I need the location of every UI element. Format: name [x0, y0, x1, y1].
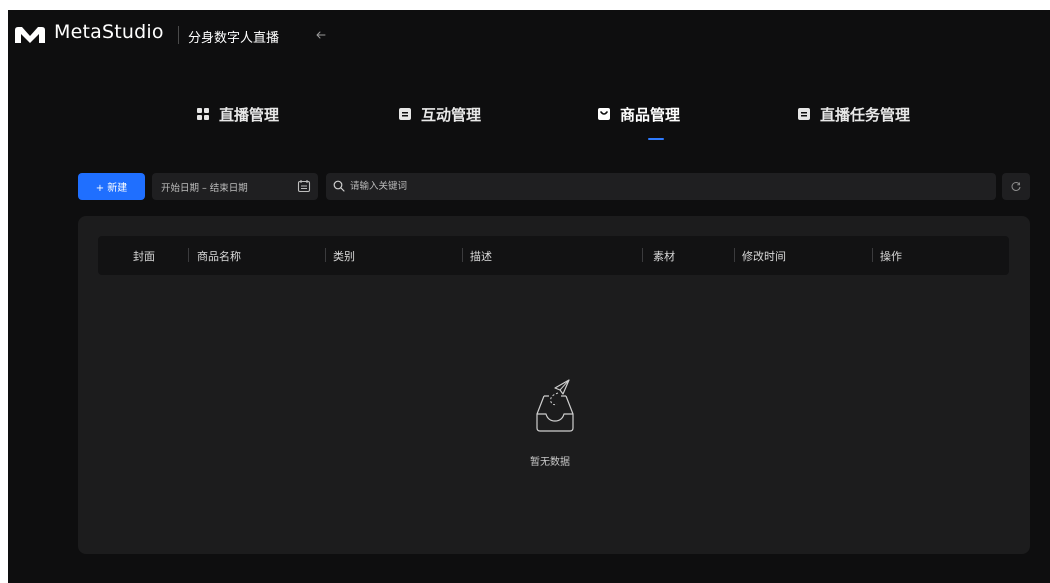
tab-label: 直播管理: [219, 105, 280, 124]
column-header-cover: 封面: [133, 250, 155, 263]
column-header-description: 描述: [470, 250, 492, 263]
column-header-actions: 操作: [880, 250, 902, 263]
search-box: [326, 173, 996, 200]
tab-live-task-management[interactable]: 直播任务管理: [797, 102, 910, 126]
date-range-picker[interactable]: 开始日期 – 结束日期: [152, 173, 318, 200]
tab-product-management[interactable]: 商品管理: [597, 102, 680, 126]
column-divider: [325, 248, 326, 262]
brand-name: MetaStudio: [54, 21, 164, 43]
tab-label: 商品管理: [620, 105, 681, 124]
column-divider: [462, 248, 463, 262]
column-divider: [188, 248, 189, 262]
tab-label: 互动管理: [421, 105, 482, 124]
new-button[interactable]: + 新建: [78, 173, 145, 200]
product-table-panel: 封面 商品名称 类别 描述 素材 修改时间 操作 暂无数据: [78, 216, 1030, 554]
tab-label: 直播任务管理: [820, 105, 911, 124]
calendar-icon: [297, 180, 311, 193]
empty-state-text: 暂无数据: [530, 457, 570, 468]
tab-interaction-management[interactable]: 互动管理: [398, 102, 481, 126]
product-title: 分身数字人直播: [188, 31, 280, 46]
column-divider: [872, 248, 873, 262]
search-icon: [333, 180, 345, 192]
metastudio-logo-icon: [15, 27, 45, 43]
column-divider: [734, 248, 735, 262]
column-header-material: 素材: [653, 250, 675, 263]
empty-inbox-icon: [536, 379, 574, 432]
tab-live-management[interactable]: 直播管理: [196, 102, 279, 126]
search-input[interactable]: [350, 173, 980, 200]
column-header-modified-time: 修改时间: [742, 250, 786, 263]
app-window: MetaStudio 分身数字人直播 直播管理 互动管理 商品管理 直播任务管理…: [8, 10, 1050, 583]
grid-icon: [197, 108, 209, 120]
header-divider: [178, 26, 179, 44]
active-tab-indicator: [648, 138, 664, 140]
column-divider: [642, 248, 643, 262]
arrow-left-icon[interactable]: [314, 28, 328, 42]
table-header: 封面 商品名称 类别 描述 素材 修改时间 操作: [98, 236, 1009, 275]
column-header-category: 类别: [333, 250, 355, 263]
shopping-bag-icon: [598, 108, 610, 120]
refresh-icon: [1011, 182, 1021, 191]
refresh-button[interactable]: [1002, 173, 1030, 200]
top-header: MetaStudio 分身数字人直播: [8, 10, 1050, 58]
date-range-text: 开始日期 – 结束日期: [161, 183, 248, 194]
document-icon: [798, 108, 810, 120]
column-header-product-name: 商品名称: [197, 250, 241, 263]
document-icon: [399, 108, 411, 120]
